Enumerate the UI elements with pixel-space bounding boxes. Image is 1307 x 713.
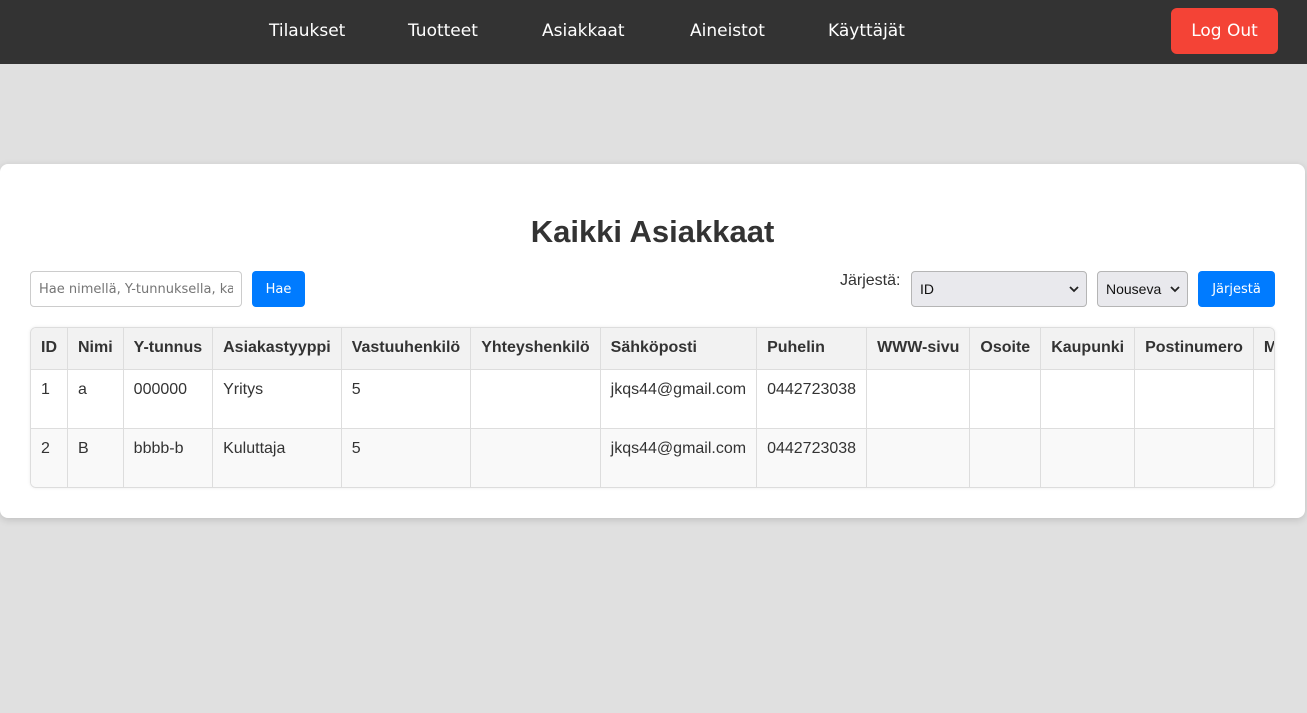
cell-id: 2 (31, 428, 68, 487)
cell-nimi: B (67, 428, 124, 487)
cell-y-tunnus: bbbb-b (123, 428, 214, 487)
cell-vastuuhenkilo: 5 (341, 428, 472, 487)
cell-postinumero (1134, 428, 1254, 487)
page-title: Kaikki Asiakkaat (530, 214, 775, 249)
cell-puhelin: 0442723038 (756, 428, 868, 487)
cell-y-tunnus: 000000 (123, 369, 214, 429)
customers-table-container[interactable]: ID Nimi Y-tunnus Asiakastyyppi Vastuuhen… (30, 327, 1275, 488)
nav-kayttajat[interactable]: Käyttäjät (828, 0, 905, 64)
customers-table: ID Nimi Y-tunnus Asiakastyyppi Vastuuhen… (31, 328, 1274, 487)
sort-order-value: Nouseva (1106, 281, 1162, 297)
sort-button[interactable]: Järjestä (1198, 271, 1275, 307)
cell-yhteyshenkilo (470, 369, 601, 429)
col-postinumero: Postinumero (1134, 328, 1254, 370)
col-vastuuhenkilo: Vastuuhenkilö (341, 328, 472, 370)
cell-m (1253, 428, 1274, 487)
table-header-row: ID Nimi Y-tunnus Asiakastyyppi Vastuuhen… (31, 328, 1274, 370)
col-www-sivu: WWW-sivu (866, 328, 971, 370)
customers-card: Kaikki Asiakkaat Hae Järjestä: ID Nousev… (0, 164, 1305, 518)
col-yhteyshenkilo: Yhteyshenkilö (470, 328, 601, 370)
cell-vastuuhenkilo: 5 (341, 369, 472, 429)
cell-osoite (969, 369, 1042, 429)
cell-id: 1 (31, 369, 68, 429)
sort-order-select[interactable]: Nouseva (1097, 271, 1188, 307)
cell-yhteyshenkilo (470, 428, 601, 487)
sort-label: Järjestä: (840, 272, 901, 289)
sort-field-value: ID (920, 281, 934, 297)
cell-sahkoposti: jkqs44@gmail.com (600, 369, 758, 429)
cell-m (1253, 369, 1274, 429)
search-input[interactable] (30, 271, 242, 307)
nav-tilaukset[interactable]: Tilaukset (269, 0, 345, 64)
cell-nimi: a (67, 369, 124, 429)
col-puhelin: Puhelin (756, 328, 868, 370)
col-y-tunnus: Y-tunnus (123, 328, 214, 370)
chevron-down-icon (1069, 286, 1079, 293)
cell-kaupunki (1040, 428, 1136, 487)
cell-www-sivu (866, 369, 971, 429)
search-button[interactable]: Hae (252, 271, 305, 307)
cell-sahkoposti: jkqs44@gmail.com (600, 428, 758, 487)
col-id: ID (31, 328, 68, 370)
sort-field-select[interactable]: ID (911, 271, 1087, 307)
cell-www-sivu (866, 428, 971, 487)
chevron-down-icon (1170, 286, 1180, 293)
col-nimi: Nimi (67, 328, 124, 370)
table-row[interactable]: 1 a 000000 Yritys 5 jkqs44@gmail.com 044… (31, 369, 1274, 429)
col-sahkoposti: Sähköposti (600, 328, 758, 370)
nav-asiakkaat[interactable]: Asiakkaat (542, 0, 625, 64)
col-m: M (1253, 328, 1274, 370)
nav-tuotteet[interactable]: Tuotteet (408, 0, 478, 64)
cell-postinumero (1134, 369, 1254, 429)
nav-aineistot[interactable]: Aineistot (690, 0, 765, 64)
cell-kaupunki (1040, 369, 1136, 429)
table-row[interactable]: 2 B bbbb-b Kuluttaja 5 jkqs44@gmail.com … (31, 428, 1274, 487)
cell-asiakastyyppi: Kuluttaja (212, 428, 342, 487)
cell-osoite (969, 428, 1042, 487)
col-osoite: Osoite (969, 328, 1042, 370)
col-kaupunki: Kaupunki (1040, 328, 1136, 370)
cell-puhelin: 0442723038 (756, 369, 868, 429)
cell-asiakastyyppi: Yritys (212, 369, 342, 429)
logout-button[interactable]: Log Out (1171, 8, 1278, 54)
top-navbar: Tilaukset Tuotteet Asiakkaat Aineistot K… (0, 0, 1307, 64)
col-asiakastyyppi: Asiakastyyppi (212, 328, 342, 370)
